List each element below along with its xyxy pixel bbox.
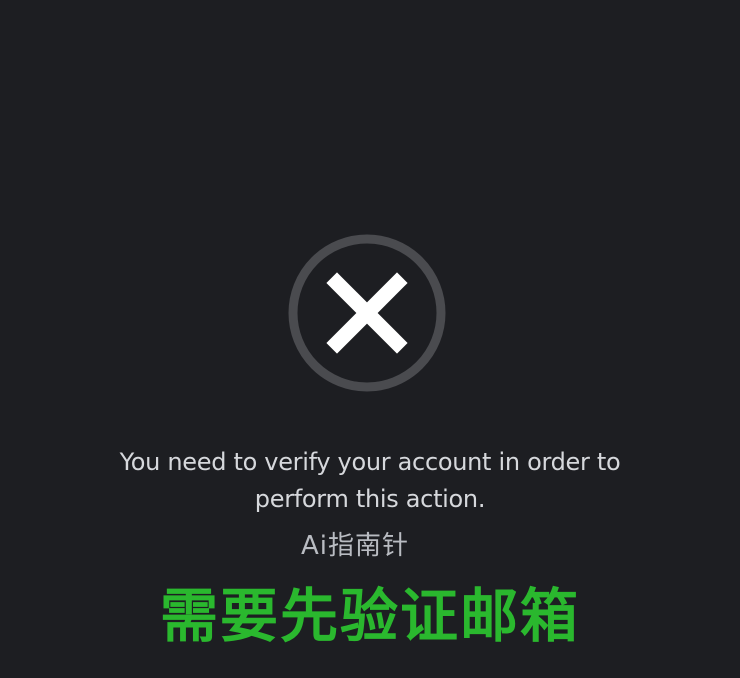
message-line-1: You need to verify your account in order…: [119, 448, 621, 476]
verification-error-screen: You need to verify your account in order…: [0, 0, 740, 678]
error-icon: [288, 234, 446, 392]
message-line-2: perform this action.: [254, 485, 486, 513]
caption-text: 需要先验证邮箱: [159, 582, 580, 650]
close-icon: [326, 272, 408, 354]
verify-account-message: You need to verify your account in order…: [70, 444, 670, 518]
watermark-text: Ai指南针: [300, 531, 409, 561]
